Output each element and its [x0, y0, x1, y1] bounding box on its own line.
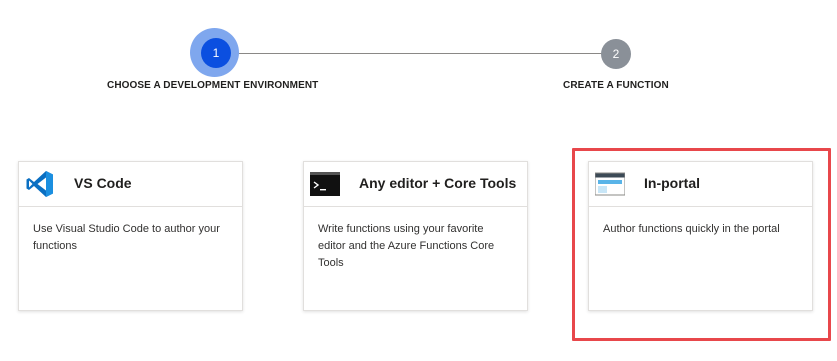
card-any-editor[interactable]: Any editor + Core Tools Write functions … — [303, 161, 528, 311]
card-description: Use Visual Studio Code to author your fu… — [33, 223, 220, 252]
card-title: Any editor + Core Tools — [359, 175, 517, 191]
card-title: VS Code — [74, 175, 132, 191]
terminal-icon — [310, 169, 340, 199]
vscode-icon — [25, 169, 55, 199]
step-1-circle[interactable]: 1 — [201, 38, 231, 68]
stepper-connector-line — [218, 53, 616, 54]
step-2-circle[interactable]: 2 — [601, 39, 631, 69]
card-description: Write functions using your favorite edit… — [318, 223, 495, 269]
step-2-label: CREATE A FUNCTION — [563, 80, 669, 91]
card-header: Any editor + Core Tools — [304, 162, 527, 207]
card-vscode[interactable]: VS Code Use Visual Studio Code to author… — [18, 161, 243, 311]
step-1-label: CHOOSE A DEVELOPMENT ENVIRONMENT — [107, 80, 319, 91]
highlight-box — [572, 148, 831, 341]
card-header: VS Code — [19, 162, 242, 207]
